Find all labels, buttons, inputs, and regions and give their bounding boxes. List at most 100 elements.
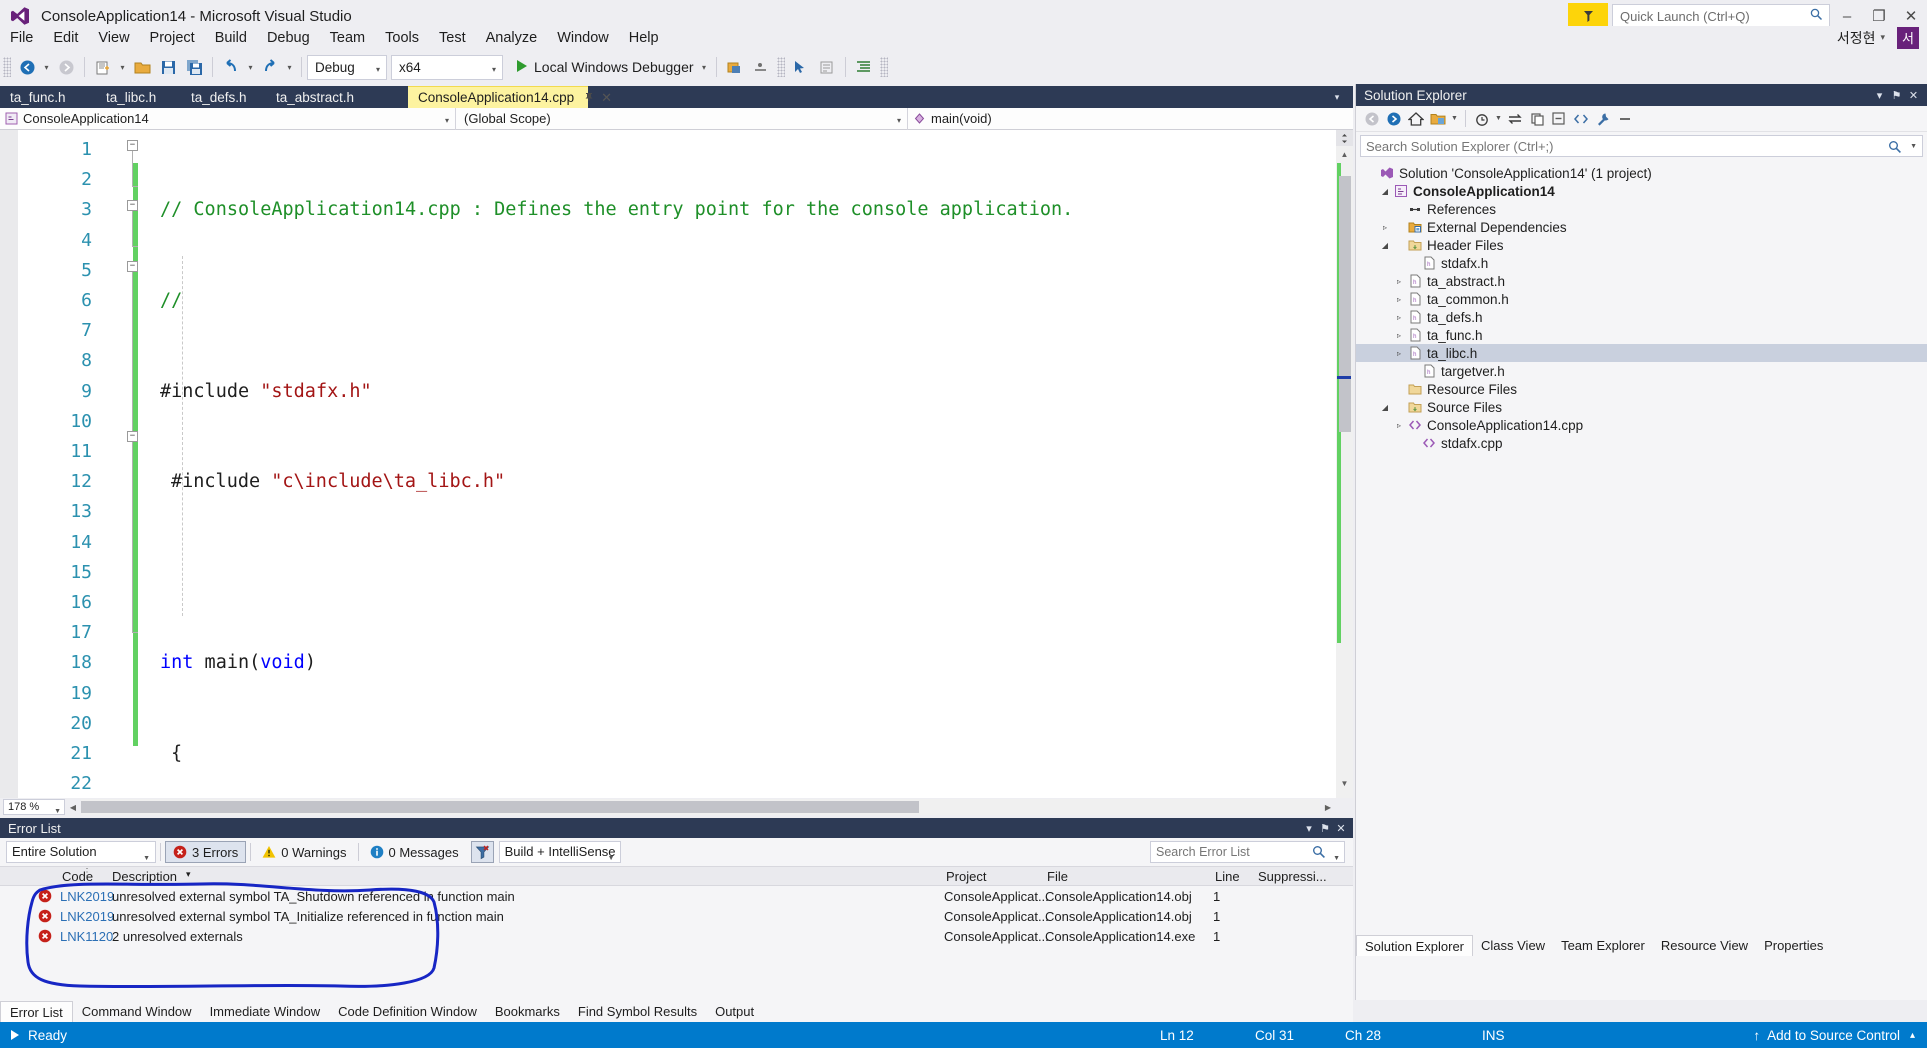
redo-icon[interactable] xyxy=(257,54,283,80)
menu-edit[interactable]: Edit xyxy=(43,28,88,48)
error-scope-select[interactable]: Entire Solution ▼ xyxy=(6,841,156,863)
editor-code-text[interactable]: // ConsoleApplication14.cpp : Defines th… xyxy=(160,135,1333,798)
back-dropdown-chevron-icon[interactable]: ▾ xyxy=(40,54,53,80)
footer-tab-resource-view[interactable]: Resource View xyxy=(1653,935,1756,956)
tree-node-project[interactable]: ◢ ConsoleApplication14 xyxy=(1356,182,1927,200)
footer-tab-class-view[interactable]: Class View xyxy=(1473,935,1553,956)
quick-launch-input[interactable]: Quick Launch (Ctrl+Q) xyxy=(1612,3,1830,29)
menu-debug[interactable]: Debug xyxy=(257,28,320,48)
toolbar-grip[interactable] xyxy=(3,57,11,77)
editor-selection-margin[interactable] xyxy=(0,130,18,798)
tree-twisty[interactable]: ▹ xyxy=(1392,331,1406,340)
tree-node-ta-common-h[interactable]: ▹ h ta_common.h xyxy=(1356,290,1927,308)
chevron-down-icon[interactable]: ▾ xyxy=(1880,32,1885,43)
tab-overflow-chevron-icon[interactable]: ▾ xyxy=(1327,86,1347,108)
solution-platform-select[interactable]: x64 ▾ xyxy=(391,54,503,80)
tab-consoleapplication14-cpp[interactable]: ConsoleApplication14.cpp ✕ xyxy=(408,86,612,108)
tree-node-stdafx-cpp[interactable]: stdafx.cpp xyxy=(1356,434,1927,452)
chevron-down-icon[interactable]: ▼ xyxy=(1493,108,1504,130)
close-icon[interactable]: ✕ xyxy=(1905,85,1922,105)
errors-filter-button[interactable]: 3 Errors xyxy=(165,841,247,863)
footer-tab-team-explorer[interactable]: Team Explorer xyxy=(1553,935,1653,956)
tree-node-stdafx-h[interactable]: h stdafx.h xyxy=(1356,254,1927,272)
attach-process-icon[interactable] xyxy=(722,54,748,80)
tree-twisty[interactable]: ▹ xyxy=(1392,295,1406,304)
forward-icon[interactable] xyxy=(1383,108,1405,130)
filter-icon[interactable] xyxy=(470,841,494,863)
tree-node-header-files[interactable]: ◢ Header Files xyxy=(1356,236,1927,254)
scroll-down-arrow-icon[interactable]: ▼ xyxy=(1336,775,1353,792)
navbar-project-select[interactable]: ConsoleApplication14 ▾ xyxy=(0,107,456,130)
solution-configuration-select[interactable]: Debug ▾ xyxy=(307,54,387,80)
debug-target-chevron-icon[interactable]: ▾ xyxy=(698,54,711,80)
bottom-tab-code-definition-window[interactable]: Code Definition Window xyxy=(329,1001,486,1022)
solution-explorer-search-input[interactable]: Search Solution Explorer (Ctrl+;) ▼ xyxy=(1360,135,1923,157)
toolbar-grip[interactable] xyxy=(776,57,785,77)
view-code-icon[interactable] xyxy=(1570,108,1592,130)
search-icon[interactable] xyxy=(1810,8,1823,24)
menu-tools[interactable]: Tools xyxy=(375,28,429,48)
column-header-file[interactable]: File xyxy=(1047,869,1068,884)
bottom-tab-error-list[interactable]: Error List xyxy=(0,1001,73,1022)
build-filter-select[interactable]: Build + IntelliSense ▼ xyxy=(498,841,621,863)
new-project-icon[interactable] xyxy=(90,54,116,80)
scroll-right-arrow-icon[interactable]: ▶ xyxy=(1320,799,1336,815)
column-header-suppression[interactable]: Suppressi... xyxy=(1258,869,1327,884)
scroll-up-arrow-icon[interactable]: ▲ xyxy=(1336,146,1353,163)
footer-tab-properties[interactable]: Properties xyxy=(1756,935,1831,956)
search-icon[interactable] xyxy=(1888,140,1902,157)
chevron-down-icon[interactable]: ▾ xyxy=(1871,85,1888,105)
properties-wrench-icon[interactable] xyxy=(1592,108,1614,130)
tree-twisty[interactable]: ▹ xyxy=(1378,223,1392,232)
table-row[interactable]: LNK2019 unresolved external symbol TA_Sh… xyxy=(0,886,1353,906)
tree-node-source-files[interactable]: ◢ Source Files xyxy=(1356,398,1927,416)
error-code[interactable]: LNK2019 xyxy=(60,889,114,904)
tree-node-solution[interactable]: Solution 'ConsoleApplication14' (1 proje… xyxy=(1356,164,1927,182)
pin-icon[interactable] xyxy=(584,91,594,105)
tree-node-ta-abstract-h[interactable]: ▹ h ta_abstract.h xyxy=(1356,272,1927,290)
undo-chevron-icon[interactable]: ▾ xyxy=(244,54,257,80)
menu-window[interactable]: Window xyxy=(547,28,619,48)
editor-split-handle[interactable] xyxy=(1336,130,1353,146)
horizontal-scroll-thumb[interactable] xyxy=(81,801,919,813)
tree-twisty[interactable]: ▹ xyxy=(1392,349,1406,358)
chevron-down-icon[interactable]: ▾ xyxy=(1301,819,1317,837)
preview-icon[interactable] xyxy=(1614,108,1636,130)
save-all-icon[interactable] xyxy=(181,54,207,80)
show-all-files-icon[interactable] xyxy=(1427,108,1449,130)
tab-ta-func-h[interactable]: ta_func.h xyxy=(0,86,96,108)
refresh-icon[interactable] xyxy=(1526,108,1548,130)
pin-icon[interactable]: ⚑ xyxy=(1317,819,1333,837)
table-row[interactable]: LNK1120 2 unresolved externals ConsoleAp… xyxy=(0,926,1353,946)
messages-filter-button[interactable]: 0 Messages xyxy=(363,841,466,863)
pending-changes-icon[interactable] xyxy=(1471,108,1493,130)
tree-twisty[interactable]: ▹ xyxy=(1392,277,1406,286)
horizontal-scroll-track[interactable] xyxy=(81,799,1320,815)
undo-icon[interactable] xyxy=(218,54,244,80)
step-over-icon[interactable] xyxy=(748,54,774,80)
add-to-source-control-button[interactable]: ↑ Add to Source Control ▴ xyxy=(1753,1028,1915,1043)
tree-twisty[interactable]: ▹ xyxy=(1392,313,1406,322)
fold-toggle-icon[interactable]: − xyxy=(127,261,138,272)
tab-ta-abstract-h[interactable]: ta_abstract.h xyxy=(266,86,369,108)
error-search-input[interactable]: Search Error List ▼ xyxy=(1150,841,1345,863)
menu-view[interactable]: View xyxy=(88,28,139,48)
tree-twisty[interactable]: ◢ xyxy=(1378,187,1392,196)
bottom-tab-immediate-window[interactable]: Immediate Window xyxy=(201,1001,330,1022)
navigate-forward-icon[interactable] xyxy=(53,54,79,80)
error-code[interactable]: LNK2019 xyxy=(60,909,114,924)
tree-node-external-dependencies[interactable]: ▹ External Dependencies xyxy=(1356,218,1927,236)
tree-twisty[interactable]: ◢ xyxy=(1378,241,1392,250)
pin-icon[interactable]: ⚑ xyxy=(1888,85,1905,105)
comment-block-icon[interactable] xyxy=(814,54,840,80)
editor-zoom-select[interactable]: 178 % ▼ xyxy=(3,799,65,815)
chevron-down-icon[interactable]: ▼ xyxy=(1449,108,1460,130)
start-debugging-button[interactable]: Local Windows Debugger xyxy=(509,54,698,80)
navbar-scope-select[interactable]: (Global Scope) ▾ xyxy=(456,107,908,130)
fold-toggle-icon[interactable]: − xyxy=(127,140,138,151)
menu-help[interactable]: Help xyxy=(619,28,669,48)
chevron-down-icon[interactable]: ▼ xyxy=(1910,143,1917,150)
footer-tab-solution-explorer[interactable]: Solution Explorer xyxy=(1356,935,1473,956)
bottom-tab-bookmarks[interactable]: Bookmarks xyxy=(486,1001,569,1022)
fold-toggle-icon[interactable]: − xyxy=(127,200,138,211)
